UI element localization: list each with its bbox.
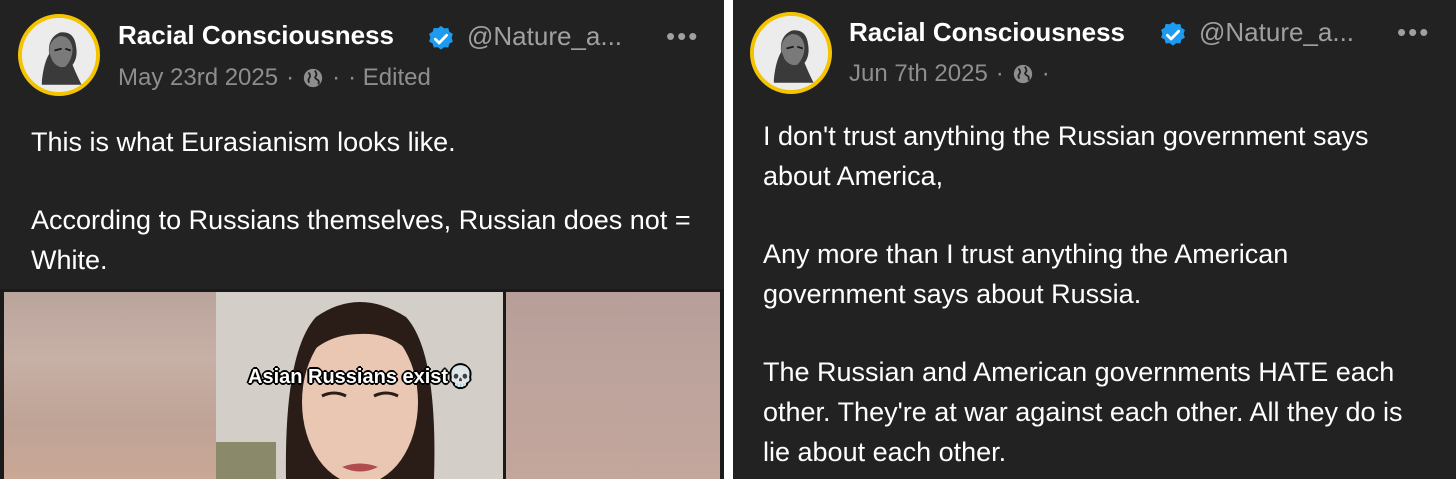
author-avatar[interactable] xyxy=(18,14,100,96)
post-date[interactable]: May 23rd 2025 xyxy=(118,64,278,92)
post-paragraph: According to Russians themselves, Russia… xyxy=(31,205,691,275)
author-handle[interactable]: @Nature_a... xyxy=(1199,17,1354,48)
author-name[interactable]: Racial Consciousness xyxy=(118,20,394,51)
post-paragraph: I don't trust anything the Russian gover… xyxy=(763,121,1369,191)
meta-separator: · xyxy=(995,60,1004,87)
author-avatar[interactable] xyxy=(750,12,832,94)
post-meta: Jun 7th 2025 · · xyxy=(849,60,1050,88)
video-caption: Asian Russians exist💀 xyxy=(248,366,473,388)
post-body: This is what Eurasianism looks like. Acc… xyxy=(31,122,711,280)
avatar-portrait-image xyxy=(22,18,96,92)
media-blur-left xyxy=(4,292,216,479)
verified-badge-icon xyxy=(426,24,456,54)
media-blur-right xyxy=(506,292,720,479)
author-name[interactable]: Racial Consciousness xyxy=(849,17,1125,48)
author-handle[interactable]: @Nature_a... xyxy=(467,21,622,52)
globe-icon xyxy=(302,67,324,89)
avatar-portrait-image xyxy=(754,16,828,90)
post-date[interactable]: Jun 7th 2025 xyxy=(849,60,988,88)
post-card-right: Racial Consciousness @Nature_a... ••• Ju… xyxy=(733,0,1456,479)
meta-separator: · xyxy=(1041,60,1050,87)
post-meta: May 23rd 2025 · · · Edited xyxy=(118,64,431,92)
post-body: I don't trust anything the Russian gover… xyxy=(763,116,1423,472)
post-paragraph: Any more than I trust anything the Ameri… xyxy=(763,239,1289,309)
more-options-icon[interactable]: ••• xyxy=(1397,17,1430,48)
globe-icon xyxy=(1012,63,1034,85)
meta-separator: · xyxy=(286,64,295,91)
post-card-left: Racial Consciousness @Nature_a... ••• Ma… xyxy=(0,0,724,479)
post-paragraph: The Russian and American governments HAT… xyxy=(763,357,1403,467)
post-media[interactable]: Asian Russians exist💀 xyxy=(0,289,724,479)
more-options-icon[interactable]: ••• xyxy=(666,21,699,52)
meta-separator: · xyxy=(332,64,341,91)
post-paragraph: This is what Eurasianism looks like. xyxy=(31,127,456,157)
edited-label: · Edited xyxy=(348,64,431,91)
verified-badge-icon xyxy=(1158,20,1188,50)
